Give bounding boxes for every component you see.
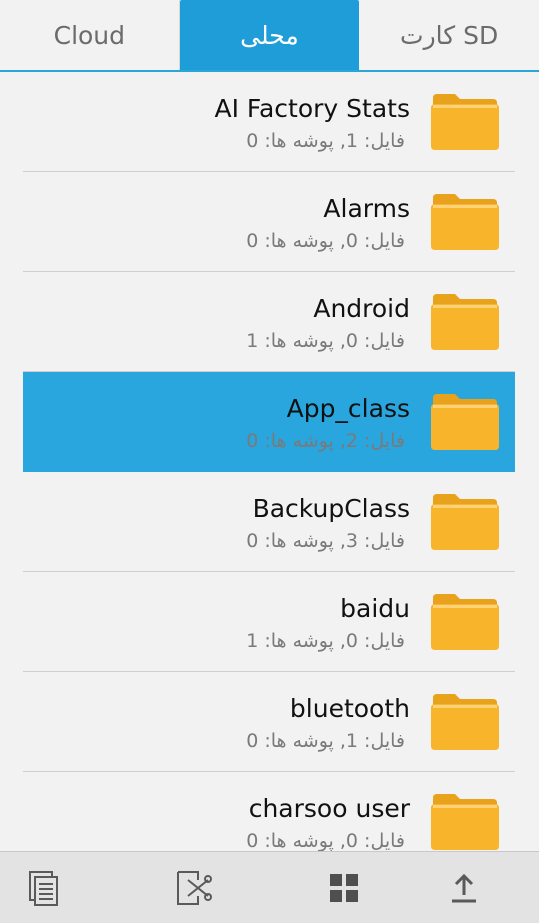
- folder-meta: فایل: 0, پوشه ها: 1: [246, 630, 405, 652]
- folder-meta: فایل: 0, پوشه ها: 0: [246, 230, 405, 252]
- folder-icon: [431, 94, 499, 150]
- cut-icon: [177, 871, 212, 905]
- folder-name: Android: [313, 294, 410, 323]
- list-item-selected[interactable]: App_class فایل: 2, پوشه ها: 0: [23, 372, 515, 472]
- grid-view-button[interactable]: [324, 868, 364, 908]
- bottom-toolbar: [0, 851, 539, 923]
- list-item[interactable]: Android فایل: 0, پوشه ها: 1: [23, 272, 515, 372]
- upload-icon: [452, 873, 476, 903]
- folder-name: charsoo user: [248, 794, 410, 823]
- list-item[interactable]: bluetooth فایل: 1, پوشه ها: 0: [23, 672, 515, 772]
- folder-icon: [431, 794, 499, 850]
- copy-button[interactable]: [24, 868, 64, 908]
- tab-local[interactable]: محلی: [179, 0, 360, 70]
- tab-cloud[interactable]: Cloud: [0, 0, 180, 70]
- folder-icon: [431, 694, 499, 750]
- folder-meta: فایل: 2, پوشه ها: 0: [246, 430, 405, 452]
- upload-button[interactable]: [444, 868, 484, 908]
- list-item[interactable]: AI Factory Stats فایل: 1, پوشه ها: 0: [23, 72, 515, 172]
- folder-name: Alarms: [323, 194, 410, 223]
- list-item[interactable]: BackupClass فایل: 3, پوشه ها: 0: [23, 472, 515, 572]
- folder-meta: فایل: 1, پوشه ها: 0: [246, 130, 405, 152]
- tab-sd-card[interactable]: کارت SD: [359, 0, 539, 70]
- folder-meta: فایل: 0, پوشه ها: 1: [246, 330, 405, 352]
- folder-meta: فایل: 0, پوشه ها: 0: [246, 830, 405, 851]
- list-item[interactable]: charsoo user فایل: 0, پوشه ها: 0: [23, 772, 515, 851]
- folder-meta: فایل: 1, پوشه ها: 0: [246, 730, 405, 752]
- folder-name: BackupClass: [252, 494, 410, 523]
- list-item[interactable]: Alarms فایل: 0, پوشه ها: 0: [23, 172, 515, 272]
- folder-name: baidu: [340, 594, 410, 623]
- folder-name: App_class: [286, 394, 410, 423]
- location-tabs: Cloud محلی کارت SD: [0, 0, 539, 72]
- folder-icon: [431, 394, 499, 450]
- folder-list: AI Factory Stats فایل: 1, پوشه ها: 0 Ala…: [23, 72, 515, 851]
- list-item[interactable]: baidu فایل: 0, پوشه ها: 1: [23, 572, 515, 672]
- folder-name: AI Factory Stats: [214, 94, 410, 123]
- folder-meta: فایل: 3, پوشه ها: 0: [246, 530, 405, 552]
- cut-button[interactable]: [174, 868, 214, 908]
- folder-icon: [431, 594, 499, 650]
- folder-icon: [431, 194, 499, 250]
- folder-icon: [431, 494, 499, 550]
- folder-icon: [431, 294, 499, 350]
- copy-icon: [29, 871, 58, 906]
- folder-name: bluetooth: [289, 694, 410, 723]
- grid-view-icon: [330, 874, 358, 902]
